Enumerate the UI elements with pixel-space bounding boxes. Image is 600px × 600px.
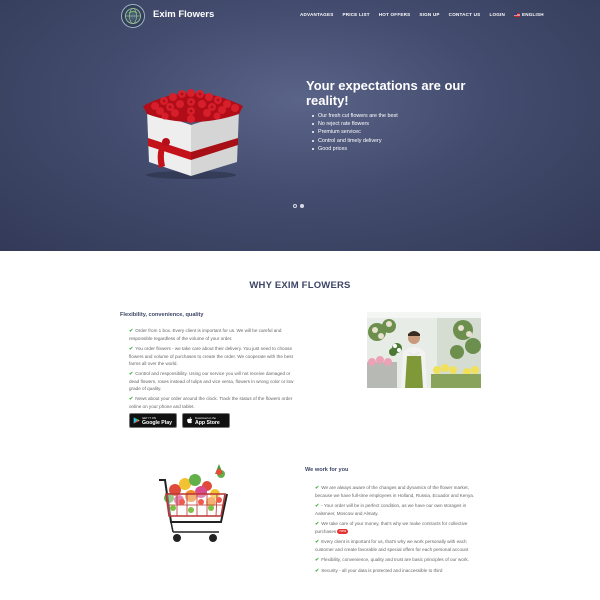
hero-bullet: Good prices <box>310 145 398 153</box>
flower-cart-image <box>159 464 228 542</box>
check-icon: ✔ <box>315 485 320 491</box>
check-icon: ✔ <box>129 328 134 334</box>
app-store-label: App Store <box>195 419 220 426</box>
hero-bullet: No reject rate flowers <box>310 120 398 128</box>
list-item-text: Control and responsibility. Using our se… <box>129 371 294 391</box>
nav-sign-up[interactable]: SIGN UP <box>419 12 439 17</box>
google-play-button[interactable]: GET IT ON Google Play <box>129 413 177 428</box>
list-item: ✔ Every client is important for us, that'… <box>315 538 480 553</box>
list-item-text: Every client is important for us, that's… <box>315 539 469 552</box>
list-item-text: Order from 1 box. Every client is import… <box>129 328 282 341</box>
list-item: ✔ - Your order will be in perfect conditi… <box>315 502 480 517</box>
check-icon: ✔ <box>129 346 134 352</box>
nav-advantages[interactable]: ADVANTAGES <box>300 12 333 17</box>
list-item-text: We are always aware of the changes and d… <box>315 485 475 498</box>
florist-photo <box>367 312 481 388</box>
hero-bullet-list: Our fresh cut flowers are the best No re… <box>310 112 398 153</box>
list-item-text: - Your order will be in perfect conditio… <box>315 503 467 516</box>
app-store-button[interactable]: Download on the App Store <box>182 413 230 428</box>
why-subtitle: Flexibility, convenience, quality <box>120 312 204 318</box>
list-item: ✔ Order from 1 box. Every client is impor… <box>129 327 299 342</box>
list-item: ✔ You order flowers - we take care about … <box>129 345 299 367</box>
nav-language[interactable]: ENGLISH <box>514 12 544 17</box>
top-navigation: Exim Flowers ADVANTAGES PRICE LIST HOT O… <box>0 0 600 32</box>
check-icon: ✔ <box>315 503 320 509</box>
nav-price-list[interactable]: PRICE LIST <box>342 12 369 17</box>
app-store-buttons: GET IT ON Google Play Download on the Ap… <box>129 413 230 428</box>
check-icon: ✔ <box>129 396 134 402</box>
language-label: ENGLISH <box>522 12 544 17</box>
hero-bullet: Control and timely delivery <box>310 137 398 145</box>
slider-dot-2[interactable] <box>300 204 304 208</box>
google-play-icon <box>133 417 140 424</box>
globe-logo-icon[interactable] <box>121 4 145 28</box>
google-play-label: Google Play <box>142 419 172 426</box>
check-icon: ✔ <box>315 568 320 574</box>
work-title: We work for you <box>305 467 349 473</box>
nav-hot-offers[interactable]: HOT OFFERS <box>379 12 411 17</box>
slider-dots <box>293 204 304 208</box>
work-list: ✔ We are always aware of the changes and … <box>315 484 480 578</box>
list-item: ✔ We take care of your money, that's why … <box>315 520 480 535</box>
list-item: ✔ Control and responsibility. Using our s… <box>129 370 299 392</box>
list-item-text: News about your order around the clock. … <box>129 396 293 409</box>
list-item: ✔ Flexibility, convenience, quality and t… <box>315 556 480 564</box>
list-item: ✔ We are always aware of the changes and … <box>315 484 480 499</box>
new-badge: new <box>337 529 349 535</box>
list-item-text: You order flowers - we take care about t… <box>129 346 293 366</box>
hero-banner: Exim Flowers ADVANTAGES PRICE LIST HOT O… <box>0 0 600 251</box>
slider-dot-1[interactable] <box>293 204 297 208</box>
check-icon: ✔ <box>315 539 320 545</box>
check-icon: ✔ <box>315 557 320 563</box>
list-item-text: Flexibility, convenience, quality and tr… <box>321 557 469 562</box>
why-list: ✔ Order from 1 box. Every client is impor… <box>129 327 299 413</box>
apple-icon <box>187 417 193 424</box>
hero-title: Your expectations are our reality! <box>306 78 466 108</box>
check-icon: ✔ <box>315 521 320 527</box>
brand-name[interactable]: Exim Flowers <box>153 9 214 20</box>
nav-contact-us[interactable]: CONTACT US <box>449 12 481 17</box>
hero-bullet: Our fresh cut flowers are the best <box>310 112 398 120</box>
main-menu: ADVANTAGES PRICE LIST HOT OFFERS SIGN UP… <box>300 12 544 17</box>
check-icon: ✔ <box>129 371 134 377</box>
list-item: ✔ News about your order around the clock.… <box>129 395 299 410</box>
section-title: WHY EXIM FLOWERS <box>249 280 351 291</box>
list-item: ✔ Security - all your data is protected a… <box>315 567 480 575</box>
list-item-text: Security - all your data is protected an… <box>321 568 443 573</box>
rose-box-image <box>143 89 243 179</box>
us-flag-icon <box>514 12 520 17</box>
hero-bullet: Premium servicec <box>310 128 398 136</box>
nav-login[interactable]: LOGIN <box>489 12 505 17</box>
